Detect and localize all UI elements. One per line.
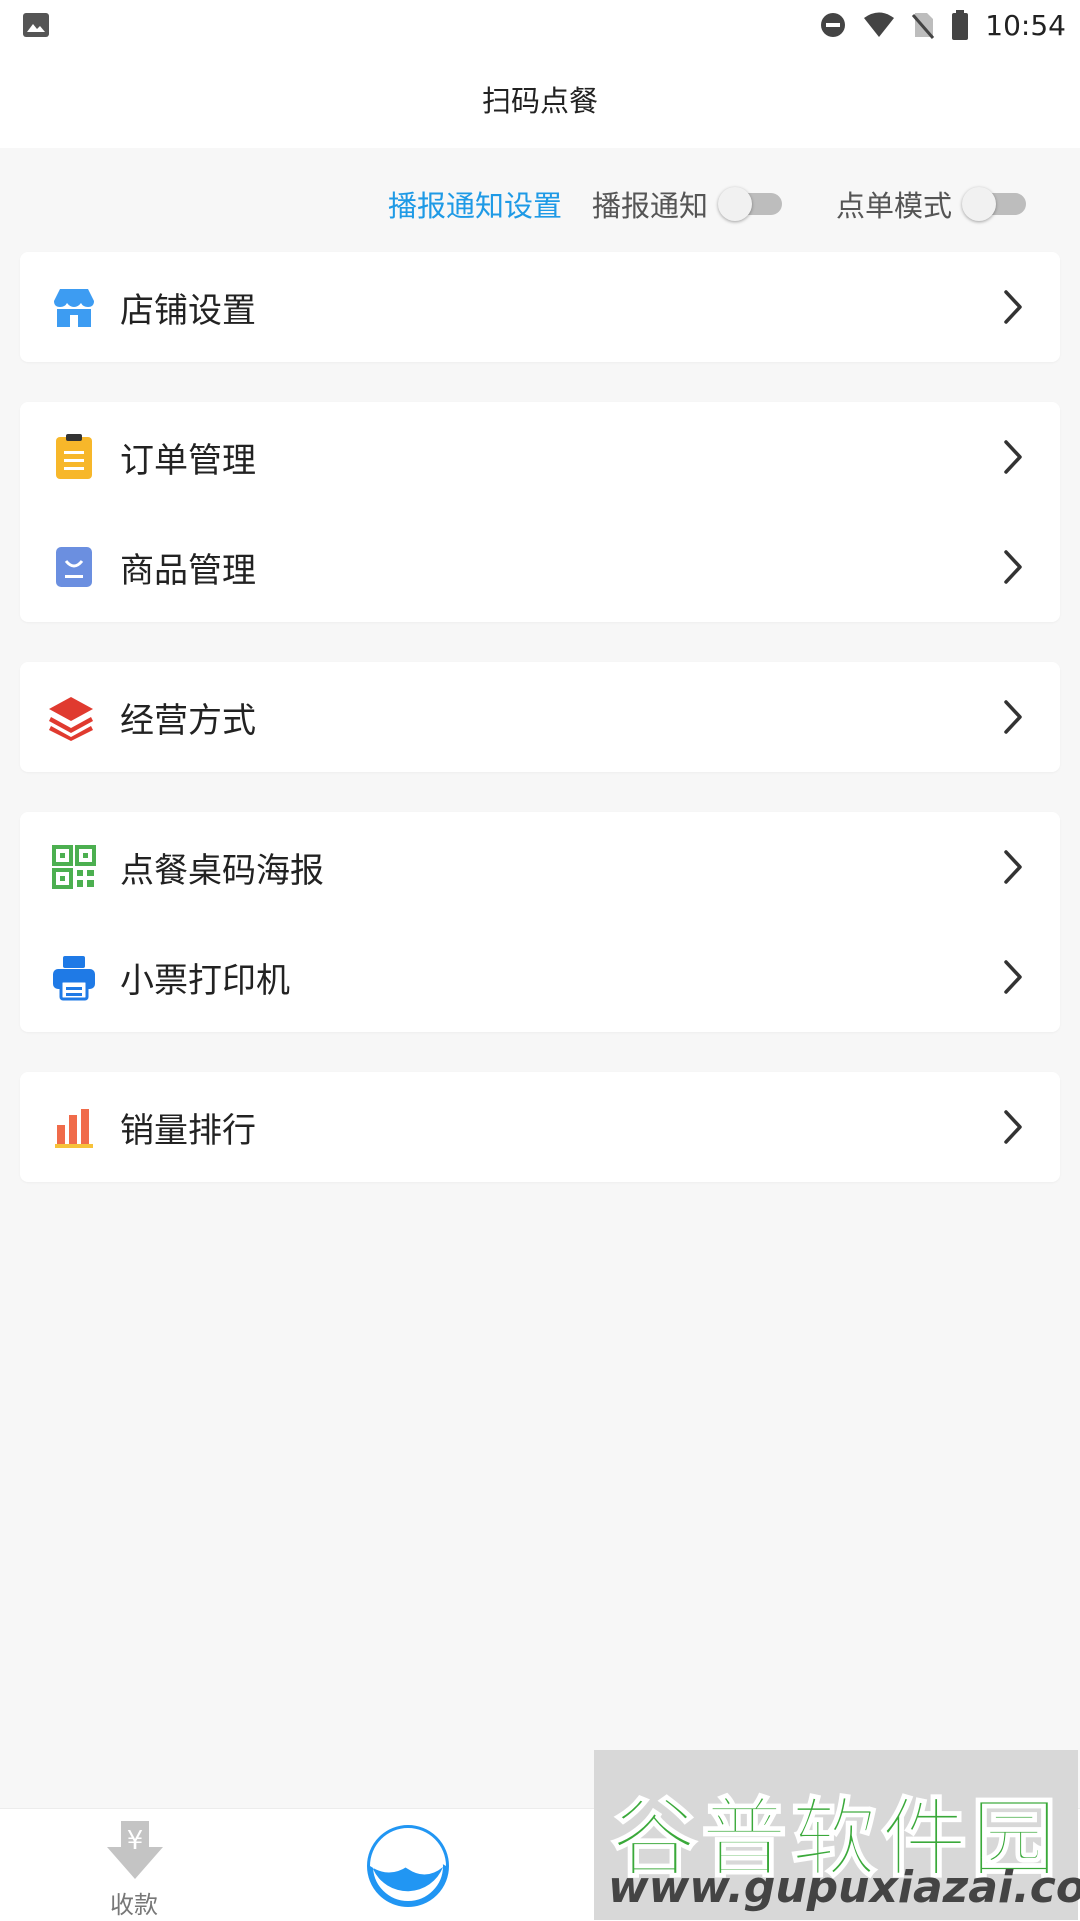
management-card: 订单管理 商品管理 (20, 402, 1060, 622)
watermark-logo: 谷普软件园 www.gupuxiazai.com (594, 1750, 1080, 1920)
business-card: 经营方式 (20, 662, 1060, 772)
menu-item-label: 销量排行 (120, 1110, 256, 1151)
broadcast-settings-link[interactable]: 播报通知设置 (388, 183, 562, 225)
bar-chart-icon (55, 1109, 93, 1148)
page-title: 扫码点餐 (481, 84, 598, 118)
nav-item-collect[interactable]: ¥ 收款 (80, 1809, 190, 1921)
status-time: 10:54 (985, 8, 1066, 42)
menu-item-sales-ranking[interactable]: 销量排行 (20, 1072, 1060, 1182)
nav-item-home[interactable] (360, 1809, 460, 1921)
layers-icon (49, 697, 93, 741)
broadcast-toggle[interactable] (717, 187, 784, 221)
menu-item-label: 经营方式 (120, 700, 256, 741)
wifi-icon (864, 12, 895, 37)
menu-item-label: 商品管理 (120, 550, 256, 591)
menu-item-label: 店铺设置 (120, 290, 256, 331)
printer-icon (53, 956, 95, 1001)
order-mode-toggle-label: 点单模式 (835, 189, 952, 223)
tools-card: 点餐桌码海报 小票打印机 (20, 812, 1060, 1032)
nav-label-collect: 收款 (110, 1891, 158, 1919)
chevron-right-icon (1004, 290, 1022, 324)
menu-item-receipt-printer[interactable]: 小票打印机 (20, 922, 1060, 1032)
menu-item-label: 点餐桌码海报 (120, 850, 324, 891)
svg-text:¥: ¥ (127, 1826, 144, 1856)
menu-item-product-management[interactable]: 商品管理 (20, 512, 1060, 622)
battery-icon (952, 10, 969, 40)
notification-toggle-row: 播报通知设置 播报通知 点单模式 (0, 148, 1080, 260)
chevron-right-icon (1004, 1110, 1022, 1144)
app-header: 扫码点餐 (0, 50, 1080, 148)
store-settings-card: 店铺设置 (20, 252, 1060, 362)
order-mode-toggle-thumb (962, 187, 996, 221)
chevron-right-icon (1004, 550, 1022, 584)
yuan-download-icon: ¥ (107, 1821, 163, 1879)
menu-item-order-management[interactable]: 订单管理 (20, 402, 1060, 512)
status-icons: 10:54 (819, 0, 1066, 50)
menu-item-store-settings[interactable]: 店铺设置 (20, 252, 1060, 362)
broadcast-toggle-label: 播报通知 (591, 189, 708, 223)
chevron-right-icon (1004, 850, 1022, 884)
menu-item-table-code-poster[interactable]: 点餐桌码海报 (20, 812, 1060, 922)
no-sim-icon (912, 13, 935, 39)
gallery-icon (23, 13, 49, 37)
store-icon (54, 289, 94, 327)
wave-circle-icon (367, 1825, 449, 1907)
chevron-right-icon (1004, 440, 1022, 474)
chevron-right-icon (1004, 700, 1022, 734)
order-clipboard-icon (56, 434, 92, 479)
product-bag-icon (56, 547, 92, 587)
status-bar: 10:54 (0, 0, 1080, 50)
broadcast-toggle-thumb (717, 187, 752, 221)
menu-item-label: 订单管理 (120, 440, 256, 481)
sales-card: 销量排行 (20, 1072, 1060, 1182)
menu-item-label: 小票打印机 (120, 960, 290, 1001)
menu-item-business-mode[interactable]: 经营方式 (20, 662, 1060, 772)
order-mode-toggle[interactable] (962, 187, 1028, 221)
chevron-right-icon (1004, 960, 1022, 994)
do-not-disturb-icon (821, 13, 846, 37)
qr-code-icon (52, 845, 96, 889)
watermark-url: www.gupuxiazai.com (608, 1862, 1080, 1913)
